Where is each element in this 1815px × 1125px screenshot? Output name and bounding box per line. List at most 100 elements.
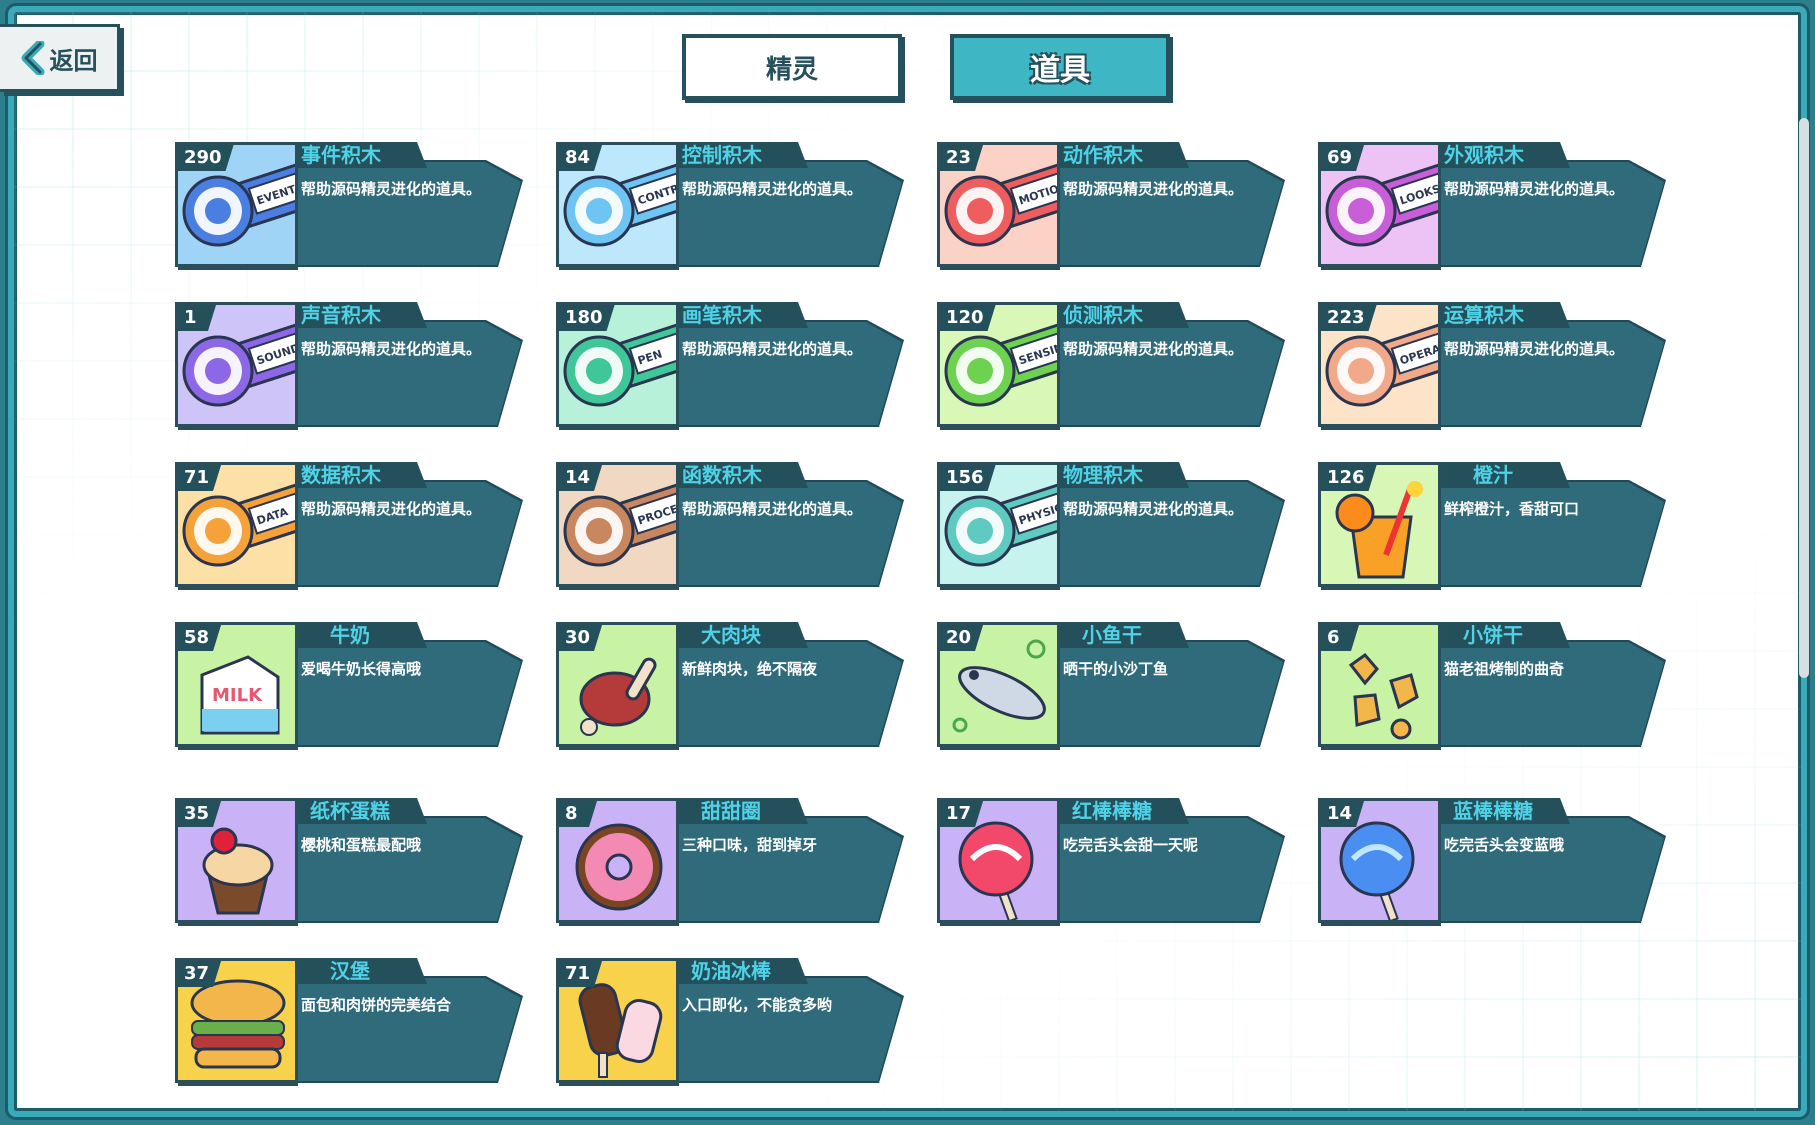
item-name: 控制积木 — [670, 142, 808, 168]
item-name: 纸杯蛋糕 — [289, 798, 427, 824]
item-card[interactable]: 奶油冰棒入口即化，不能贪多哟 71 — [556, 958, 904, 1083]
item-name: 蓝棒棒糖 — [1432, 798, 1570, 824]
item-name: 橙汁 — [1432, 462, 1570, 488]
item-name: 画笔积木 — [670, 302, 808, 328]
tab-sprite[interactable]: 精灵 — [682, 34, 902, 100]
item-description: 帮助源码精灵进化的道具。 — [1063, 340, 1244, 358]
item-card[interactable]: 橙汁鲜榨橙汁，香甜可口 126 — [1318, 462, 1666, 587]
item-description: 帮助源码精灵进化的道具。 — [301, 180, 482, 198]
item-count: 223 — [1321, 305, 1377, 331]
item-icon-box: 14 — [1318, 798, 1438, 923]
item-card[interactable]: 小鱼干晒干的小沙丁鱼 20 — [937, 622, 1285, 747]
item-count: 126 — [1321, 465, 1377, 491]
item-description: 帮助源码精灵进化的道具。 — [682, 340, 863, 358]
item-count: 120 — [940, 305, 996, 331]
item-name: 声音积木 — [289, 302, 427, 328]
item-icon-box: 20 — [937, 622, 1057, 747]
item-card[interactable]: 红棒棒糖吃完舌头会甜一天呢 17 — [937, 798, 1285, 923]
item-card[interactable]: 事件积木帮助源码精灵进化的道具。 EVENTS 290 — [175, 142, 523, 267]
item-icon-box: CONTRO 84 — [556, 142, 676, 267]
item-icon-box: EVENTS 290 — [175, 142, 295, 267]
item-name: 侦测积木 — [1051, 302, 1189, 328]
item-name: 红棒棒糖 — [1051, 798, 1189, 824]
item-name: 函数积木 — [670, 462, 808, 488]
item-card[interactable]: 大肉块新鲜肉块，绝不隔夜 30 — [556, 622, 904, 747]
item-description: 帮助源码精灵进化的道具。 — [682, 180, 863, 198]
item-card[interactable]: 声音积木帮助源码精灵进化的道具。 SOUND 1 — [175, 302, 523, 427]
item-icon-box: PEN 180 — [556, 302, 676, 427]
item-description: 鲜榨橙汁，香甜可口 — [1444, 500, 1580, 518]
item-count: 290 — [178, 145, 234, 171]
item-icon-box: SOUND 1 — [175, 302, 295, 427]
item-icon-box: MOTION 23 — [937, 142, 1057, 267]
item-card[interactable]: 汉堡面包和肉饼的完美结合 37 — [175, 958, 523, 1083]
item-description: 入口即化，不能贪多哟 — [682, 996, 833, 1014]
item-card[interactable]: 外观积木帮助源码精灵进化的道具。 LOOKS 69 — [1318, 142, 1666, 267]
item-card[interactable]: 动作积木帮助源码精灵进化的道具。 MOTION 23 — [937, 142, 1285, 267]
item-icon-box: LOOKS 69 — [1318, 142, 1438, 267]
item-card[interactable]: 控制积木帮助源码精灵进化的道具。 CONTRO 84 — [556, 142, 904, 267]
item-icon-box: SENSING 120 — [937, 302, 1057, 427]
item-name: 大肉块 — [670, 622, 808, 648]
item-icon-box: 126 — [1318, 462, 1438, 587]
item-icon-box: OPERATO 223 — [1318, 302, 1438, 427]
item-name: 汉堡 — [289, 958, 427, 984]
item-card[interactable]: 纸杯蛋糕樱桃和蛋糕最配哦 35 — [175, 798, 523, 923]
item-description: 帮助源码精灵进化的道具。 — [1063, 180, 1244, 198]
item-card[interactable]: 画笔积木帮助源码精灵进化的道具。 PEN 180 — [556, 302, 904, 427]
item-description: 吃完舌头会变蓝哦 — [1444, 836, 1565, 854]
item-description: 帮助源码精灵进化的道具。 — [1444, 340, 1625, 358]
item-name: 小饼干 — [1432, 622, 1570, 648]
item-name: 甜甜圈 — [670, 798, 808, 824]
item-icon-box: 71 — [556, 958, 676, 1083]
item-name: 牛奶 — [289, 622, 427, 648]
item-name: 动作积木 — [1051, 142, 1189, 168]
item-icon-box: 8 — [556, 798, 676, 923]
chevron-left-icon — [21, 41, 44, 75]
item-icon-box: 17 — [937, 798, 1057, 923]
item-description: 帮助源码精灵进化的道具。 — [1063, 500, 1244, 518]
item-card[interactable]: 小饼干猫老祖烤制的曲奇 6 — [1318, 622, 1666, 747]
item-name: 事件积木 — [289, 142, 427, 168]
item-description: 三种口味，甜到掉牙 — [682, 836, 818, 854]
item-icon-box: MILK 58 — [175, 622, 295, 747]
item-description: 帮助源码精灵进化的道具。 — [1444, 180, 1625, 198]
item-icon-box: 30 — [556, 622, 676, 747]
item-icon-box: 6 — [1318, 622, 1438, 747]
item-card[interactable]: 侦测积木帮助源码精灵进化的道具。 SENSING 120 — [937, 302, 1285, 427]
item-card[interactable]: 蓝棒棒糖吃完舌头会变蓝哦 14 — [1318, 798, 1666, 923]
item-description: 吃完舌头会甜一天呢 — [1063, 836, 1199, 854]
item-description: 猫老祖烤制的曲奇 — [1444, 660, 1565, 678]
item-card[interactable]: 物理积木帮助源码精灵进化的道具。 PHYSICS 156 — [937, 462, 1285, 587]
back-button-label: 返回 — [49, 46, 98, 75]
item-description: 晒干的小沙丁鱼 — [1063, 660, 1169, 678]
item-icon-box: 35 — [175, 798, 295, 923]
item-name: 运算积木 — [1432, 302, 1570, 328]
item-icon-box: DATA 71 — [175, 462, 295, 587]
item-card[interactable]: 函数积木帮助源码精灵进化的道具。 PROCED 14 — [556, 462, 904, 587]
scrollbar[interactable] — [1799, 118, 1809, 678]
item-card[interactable]: 牛奶爱喝牛奶长得高哦 MILK 58 — [175, 622, 523, 747]
item-description: 新鲜肉块，绝不隔夜 — [682, 660, 818, 678]
item-description: 爱喝牛奶长得高哦 — [301, 660, 422, 678]
item-count: 156 — [940, 465, 996, 491]
item-icon-box: PROCED 14 — [556, 462, 676, 587]
item-count: 180 — [559, 305, 615, 331]
item-card[interactable]: 甜甜圈三种口味，甜到掉牙 8 — [556, 798, 904, 923]
item-description: 帮助源码精灵进化的道具。 — [682, 500, 863, 518]
item-name: 物理积木 — [1051, 462, 1189, 488]
item-name: 数据积木 — [289, 462, 427, 488]
item-name: 小鱼干 — [1051, 622, 1189, 648]
back-button[interactable]: 返回 — [0, 24, 120, 92]
svg-text:MILK: MILK — [212, 685, 263, 706]
item-card[interactable]: 数据积木 帮助源码精灵进化的道具。 DATA 71 — [175, 462, 523, 587]
item-icon-box: 37 — [175, 958, 295, 1083]
item-name: 奶油冰棒 — [670, 958, 808, 984]
tab-items[interactable]: 道具 — [950, 34, 1170, 100]
item-name: 外观积木 — [1432, 142, 1570, 168]
item-description: 帮助源码精灵进化的道具。 — [301, 340, 482, 358]
item-card[interactable]: 运算积木帮助源码精灵进化的道具。 OPERATO 223 — [1318, 302, 1666, 427]
item-description: 面包和肉饼的完美结合 — [301, 996, 452, 1014]
item-description: 樱桃和蛋糕最配哦 — [301, 836, 422, 854]
item-icon-box: PHYSICS 156 — [937, 462, 1057, 587]
